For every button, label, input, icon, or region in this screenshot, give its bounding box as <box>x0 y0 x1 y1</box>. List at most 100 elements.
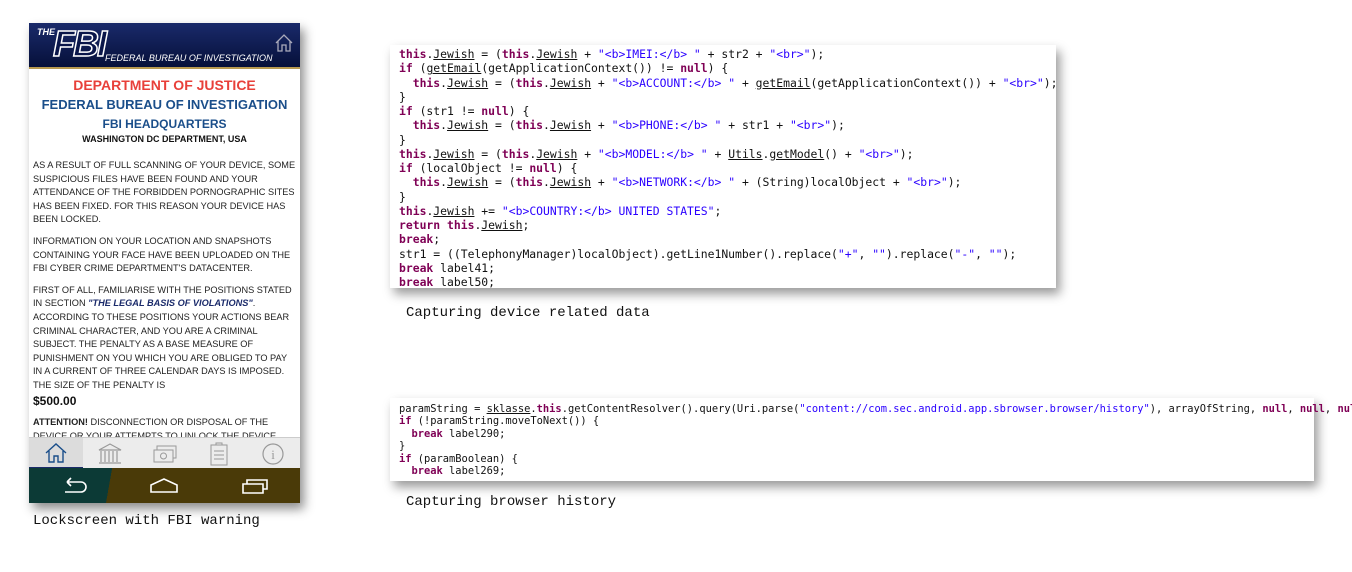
code-text: ; <box>522 218 530 232</box>
code-line: if (getEmail(getApplicationContext()) !=… <box>399 61 1047 75</box>
code-text: + <box>707 146 729 161</box>
code-identifier: Jewish <box>433 47 475 61</box>
code-keyword: null <box>1262 403 1288 415</box>
code-text: + (String)localObject + <box>735 175 907 190</box>
code-line: paramString = sklasse.this.getContentRes… <box>399 403 1352 415</box>
code-line: this.Jewish = (this.Jewish + "<b>NETWORK… <box>399 175 1047 189</box>
fbi-header: THE FBI FEDERAL BUREAU OF INVESTIGATION <box>29 23 300 69</box>
money-icon <box>153 445 176 462</box>
code-identifier: Jewish <box>433 203 475 218</box>
code-line: str1 = ((TelephonyManager)localObject).g… <box>399 247 1047 261</box>
code-line: break; <box>399 232 1047 246</box>
code-string: "<br>" <box>906 175 948 190</box>
code-text: ); <box>1043 75 1058 90</box>
svg-text:i: i <box>271 447 275 462</box>
code-string: "<b>ACCOUNT:</b> " <box>611 75 736 90</box>
code-identifier: Jewish <box>536 47 578 61</box>
code-text: + str1 + <box>721 118 790 133</box>
tab-bar: i <box>29 437 300 469</box>
code-string: "<br>" <box>1002 75 1044 90</box>
code-identifier: Utils <box>728 146 763 161</box>
code-text: ).replace( <box>885 246 955 261</box>
code-text: } <box>399 132 406 147</box>
code-string: "<br>" <box>789 118 832 133</box>
code-identifier: Jewish <box>549 175 592 190</box>
code-text: label41; <box>433 260 496 275</box>
tab-clipboard[interactable] <box>192 438 246 469</box>
code-line: this.Jewish = (this.Jewish + "<b>PHONE:<… <box>399 118 1047 132</box>
code-text: ); <box>899 146 914 161</box>
code-text: + str2 + <box>700 47 770 61</box>
code-text: . <box>440 118 448 133</box>
code-keyword: break <box>411 465 443 478</box>
legal-basis-link[interactable]: "THE LEGAL BASIS OF VIOLATIONS" <box>88 298 253 308</box>
code-identifier: Jewish <box>549 118 592 133</box>
code-keyword: if <box>399 104 413 118</box>
paragraph-scan: AS A RESULT OF FULL SCANNING OF YOUR DEV… <box>33 160 296 225</box>
tab-bank[interactable] <box>83 438 137 469</box>
code-identifier: getEmail <box>426 61 482 76</box>
code-text: paramString = <box>399 403 487 415</box>
recents-icon[interactable] <box>240 476 270 496</box>
code-keyword: null <box>529 161 557 175</box>
back-icon[interactable] <box>59 476 89 496</box>
code-keyword: this <box>412 175 441 190</box>
code-device-data: this.Jewish = (this.Jewish + "<b>IMEI:</… <box>390 45 1058 289</box>
code-line: break label41; <box>399 261 1047 275</box>
clipboard-icon <box>210 442 228 465</box>
code-keyword: break <box>411 427 443 440</box>
code-text: ) { <box>508 104 530 118</box>
tab-home[interactable] <box>29 438 84 469</box>
paragraph-penalty: FIRST OF ALL, FAMILIARISE WITH THE POSIT… <box>33 284 296 393</box>
code-browser-history: paramString = sklasse.this.getContentRes… <box>390 398 1352 481</box>
penalty-amount: $500.00 <box>33 393 77 408</box>
caption-device-data: Capturing device related data <box>406 305 650 321</box>
title-location: WASHINGTON DC DEPARTMENT, USA <box>82 134 247 144</box>
code-line: break label290; <box>399 428 1305 440</box>
code-string: "<b>MODEL:</b> " <box>597 146 708 161</box>
code-string: "" <box>872 246 886 261</box>
code-text: + <box>735 75 756 90</box>
code-keyword: this <box>515 118 544 133</box>
code-identifier: Jewish <box>447 175 489 190</box>
code-text: = ( <box>488 118 516 133</box>
code-string: "-" <box>954 246 976 261</box>
text: . ACCORDING TO THESE POSITIONS YOUR ACTI… <box>33 298 290 390</box>
code-string: "" <box>988 246 1003 261</box>
code-text: () + <box>824 146 859 161</box>
fbi-lockscreen: THE FBI FEDERAL BUREAU OF INVESTIGATION … <box>29 23 300 503</box>
code-text: = ( <box>488 175 516 190</box>
code-text: . <box>543 75 550 90</box>
code-text: = ( <box>488 75 516 90</box>
code-string: "<b>COUNTRY:</b> UNITED STATES" <box>501 203 715 218</box>
code-keyword: if <box>399 61 413 76</box>
code-text: + <box>591 118 612 133</box>
code-line: return this.Jewish; <box>399 218 1047 232</box>
code-text: ; <box>433 232 441 247</box>
code-keyword: this <box>515 75 544 90</box>
code-text: += <box>474 203 502 218</box>
code-identifier: Jewish <box>447 75 489 90</box>
tab-info[interactable]: i <box>246 438 300 469</box>
code-line: if (str1 != null) { <box>399 104 1047 118</box>
code-text: ); <box>810 47 825 61</box>
title-fbi: FEDERAL BUREAU OF INVESTIGATION <box>41 97 288 112</box>
home-icon[interactable] <box>149 476 179 496</box>
code-text: (getApplicationContext()) + <box>810 75 1003 90</box>
code-keyword: break <box>399 232 434 247</box>
code-text: , <box>858 246 873 261</box>
code-keyword: this <box>536 403 562 415</box>
code-line: } <box>399 440 1305 452</box>
caption-lockscreen: Lockscreen with FBI warning <box>33 513 260 529</box>
tab-money[interactable] <box>137 438 191 469</box>
home-icon <box>45 442 67 463</box>
home-icon[interactable] <box>274 33 294 53</box>
code-text: str1 = ((TelephonyManager)localObject).g… <box>399 246 838 261</box>
code-keyword: this <box>412 118 441 133</box>
code-text: } <box>399 89 406 104</box>
code-keyword: return this <box>399 218 475 232</box>
code-text: } <box>399 440 406 453</box>
